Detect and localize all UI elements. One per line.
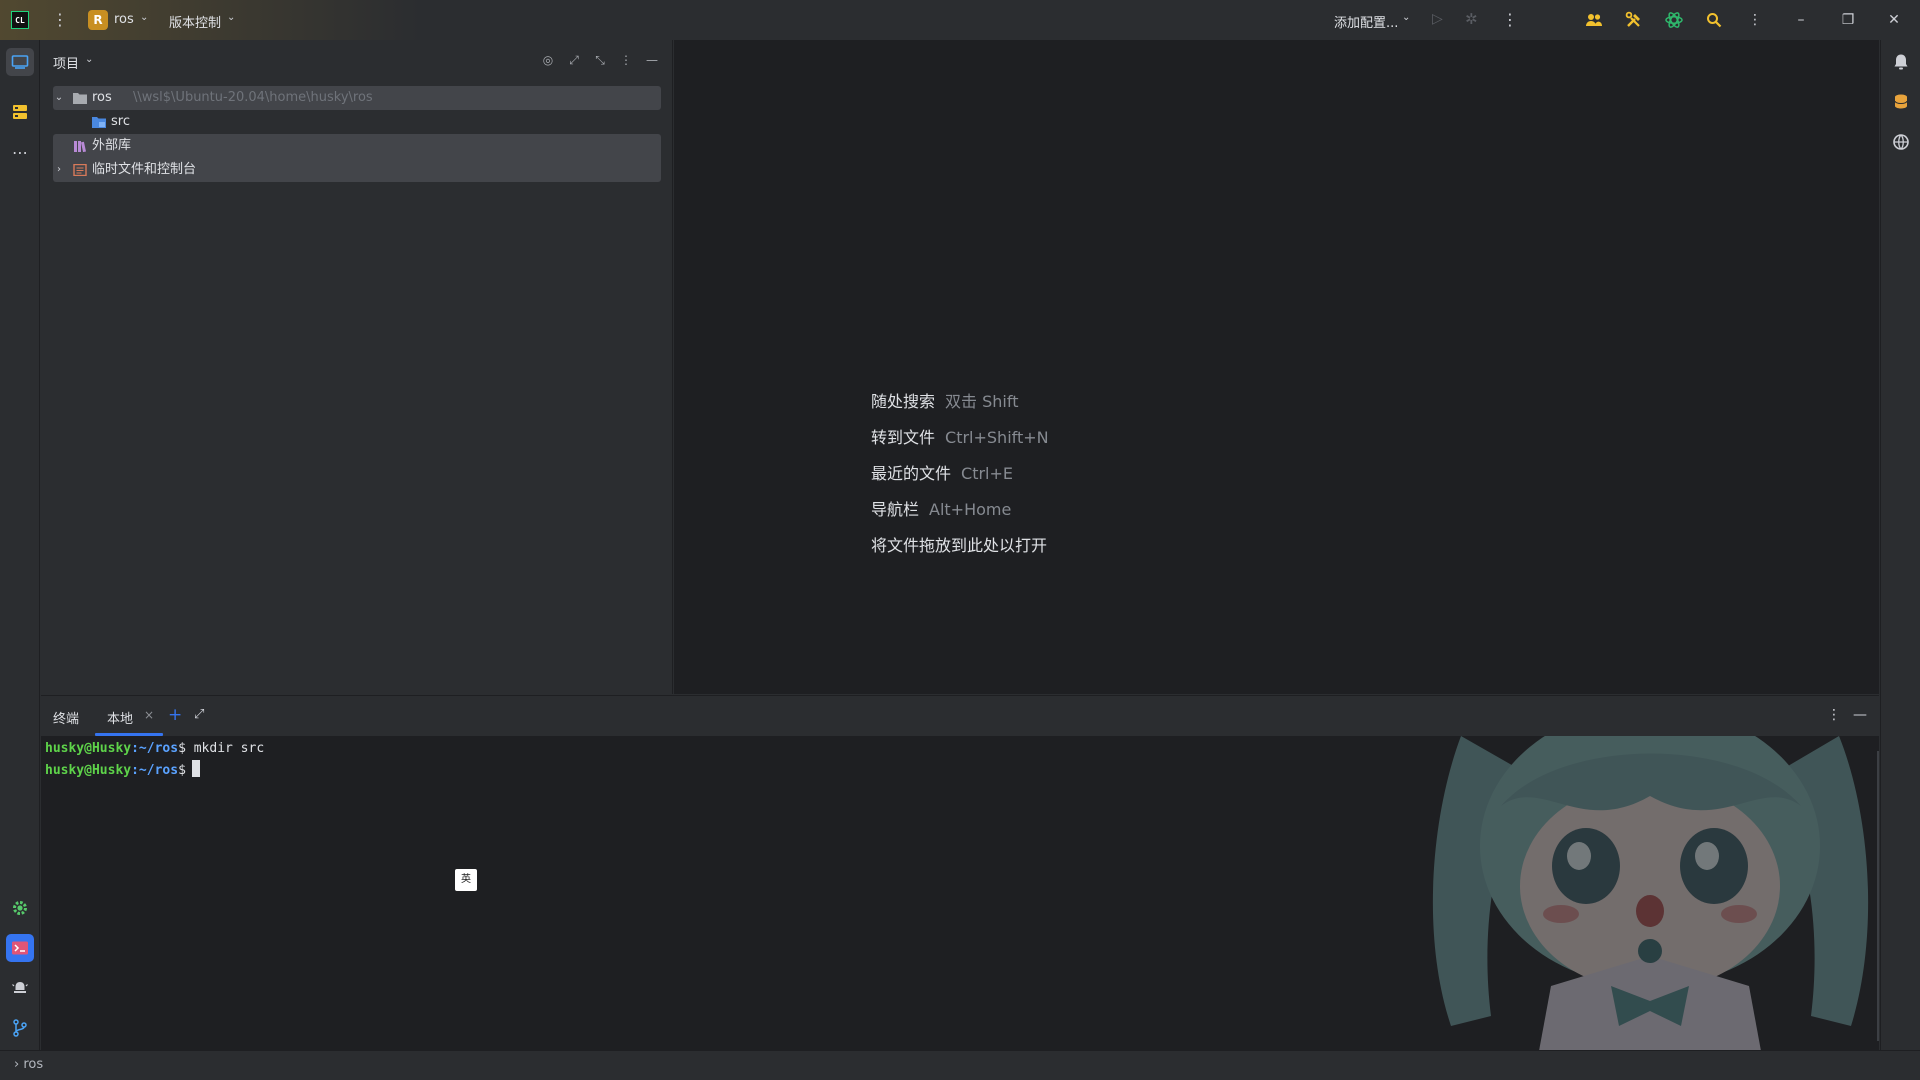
terminal-options-icon[interactable]: ⋮ (1827, 707, 1841, 723)
scratches-icon (73, 164, 87, 176)
more-tools-icon[interactable]: ⋯ (6, 138, 34, 166)
code-with-me-icon[interactable] (1582, 8, 1606, 32)
expand-icon[interactable]: ⤢ (194, 707, 204, 722)
project-badge[interactable]: R (88, 10, 108, 30)
left-tool-strip: ⋯ (0, 40, 40, 1050)
terminal-output[interactable]: husky@Husky:~/ros$ mkdir src husky@Husky… (45, 738, 264, 782)
settings-more-button[interactable]: ⋮ (1743, 8, 1767, 32)
hint-shortcut: Ctrl+E (961, 464, 1013, 483)
prompt-user: husky@Husky (45, 741, 132, 756)
chevron-down-icon[interactable]: ⌄ (1402, 12, 1410, 23)
right-tool-strip (1880, 40, 1920, 1050)
ai-assistant-icon[interactable] (1662, 8, 1686, 32)
command-text: mkdir src (185, 741, 265, 756)
chevron-down-icon[interactable]: ⌄ (85, 54, 93, 65)
hint-label: 转到文件 (871, 428, 936, 447)
source-folder-icon (92, 117, 106, 128)
project-tool-icon[interactable] (6, 48, 34, 76)
minimize-button[interactable]: – (1789, 8, 1813, 32)
hint-shortcut: Alt+Home (929, 500, 1012, 519)
chevron-down-icon[interactable]: ⌄ (227, 12, 235, 23)
terminal-line: husky@Husky:~/ros$ mkdir src (45, 738, 264, 760)
project-panel-header: 项目 ⌄ ◎ ⤢ ⤡ ⋮ — (41, 40, 673, 80)
active-tab-indicator (95, 733, 163, 736)
hide-terminal-icon[interactable]: — (1853, 707, 1867, 723)
prompt-path: :~/ros (131, 741, 179, 756)
tree-label: ros (92, 90, 112, 105)
hint-goto-file: 转到文件 Ctrl+Shift+N (871, 424, 1049, 448)
project-tree: ⌄ ros \\wsl$\Ubuntu-20.04\home\husky\ros… (53, 86, 661, 182)
remote-host-icon[interactable] (1887, 128, 1915, 156)
tree-label: src (111, 114, 130, 129)
ime-indicator[interactable]: 英 (455, 869, 477, 891)
app-logo-icon[interactable]: CL (11, 11, 29, 29)
chevron-down-icon[interactable]: ⌄ (53, 86, 65, 110)
editor-empty-area[interactable]: 随处搜索 双击 Shift 转到文件 Ctrl+Shift+N 最近的文件 Ctrl+… (674, 40, 1879, 694)
project-panel-title[interactable]: 项目 (53, 53, 79, 72)
notifications-bell-icon[interactable] (1887, 48, 1915, 76)
title-bar: CL ⋮ R ros ⌄ 版本控制 ⌄ 添加配置... ⌄ ▷ ✲ ⋮ ⋮ – … (0, 0, 1920, 40)
main-menu-button[interactable]: ⋮ (52, 10, 68, 30)
tree-label: 外部库 (92, 138, 132, 153)
close-tab-icon[interactable]: × (144, 708, 154, 722)
terminal-tool-icon[interactable] (6, 934, 34, 962)
tree-row-external-libs[interactable]: 外部库 (53, 134, 661, 158)
tree-label: 临时文件和控制台 (92, 162, 197, 177)
tree-row-root[interactable]: ⌄ ros \\wsl$\Ubuntu-20.04\home\husky\ros (53, 86, 661, 110)
hint-shortcut: 双击 Shift (945, 392, 1019, 411)
project-selector[interactable]: ros (114, 12, 134, 27)
tree-row-scratches[interactable]: › 临时文件和控制台 (53, 158, 661, 182)
panel-options-icon[interactable]: ⋮ (617, 51, 635, 69)
hint-label: 最近的文件 (871, 464, 952, 483)
hint-label: 随处搜索 (871, 392, 936, 411)
collapse-all-icon[interactable]: ⤡ (591, 51, 609, 69)
hint-drop-files: 将文件拖放到此处以打开 (871, 532, 1047, 556)
terminal-scrollbar[interactable] (1877, 751, 1879, 1041)
terminal-line: husky@Husky:~/ros$ (45, 760, 264, 782)
status-bar: › ros (0, 1050, 1920, 1080)
tree-path: \\wsl$\Ubuntu-20.04\home\husky\ros (133, 90, 373, 105)
library-icon (74, 141, 86, 152)
hint-recent-files: 最近的文件 Ctrl+E (871, 460, 1013, 484)
chevron-right-icon[interactable]: › (53, 158, 65, 182)
tree-row-src[interactable]: src (53, 110, 661, 134)
prompt-symbol: $ (178, 741, 186, 756)
terminal-tab-local[interactable]: 本地 (107, 708, 133, 727)
database-icon[interactable] (1887, 88, 1915, 116)
terminal-panel: 终端 本地 × + ⤢ ⋮ — husky@Husky:~/ros$ mkdir… (41, 695, 1879, 1050)
new-tab-plus-icon[interactable]: + (168, 705, 182, 725)
prompt-symbol: $ (178, 763, 186, 778)
folder-icon (73, 93, 87, 104)
background-character-image (1432, 696, 1869, 1050)
hint-label: 将文件拖放到此处以打开 (871, 536, 1048, 555)
close-button[interactable]: ✕ (1882, 8, 1906, 32)
vcs-menu-button[interactable]: 版本控制 (169, 12, 221, 31)
hint-shortcut: Ctrl+Shift+N (945, 428, 1049, 447)
status-breadcrumb[interactable]: › ros (14, 1057, 43, 1072)
terminal-header: 终端 本地 × + ⤢ ⋮ — (41, 696, 1879, 736)
problems-tool-icon[interactable] (6, 974, 34, 1002)
terminal-panel-title: 终端 (53, 712, 80, 727)
locate-file-icon[interactable]: ◎ (539, 51, 557, 69)
expand-all-icon[interactable]: ⤢ (565, 51, 583, 69)
more-actions-button[interactable]: ⋮ (1502, 10, 1518, 29)
terminal-cursor (191, 760, 200, 777)
search-icon[interactable] (1702, 8, 1726, 32)
chevron-down-icon[interactable]: ⌄ (140, 12, 148, 23)
prompt-path: :~/ros (131, 763, 179, 778)
hint-search-everywhere: 随处搜索 双击 Shift (871, 388, 1018, 412)
project-panel: 项目 ⌄ ◎ ⤢ ⤡ ⋮ — ⌄ ros \\wsl$\Ubuntu-20.04… (41, 40, 673, 694)
hint-navigation-bar: 导航栏 Alt+Home (871, 496, 1011, 520)
add-configuration-button[interactable]: 添加配置... (1334, 12, 1398, 31)
restore-button[interactable]: ❐ (1836, 8, 1860, 32)
debug-icon[interactable]: ✲ (1465, 10, 1478, 28)
git-branch-icon[interactable] (6, 1014, 34, 1042)
structure-tool-icon[interactable] (6, 98, 34, 126)
hint-label: 导航栏 (871, 500, 920, 519)
build-tools-icon[interactable] (1622, 8, 1646, 32)
hide-panel-icon[interactable]: — (643, 51, 661, 69)
run-icon[interactable]: ▷ (1432, 11, 1443, 27)
prompt-user: husky@Husky (45, 763, 132, 778)
settings-gear-icon[interactable] (6, 894, 34, 922)
